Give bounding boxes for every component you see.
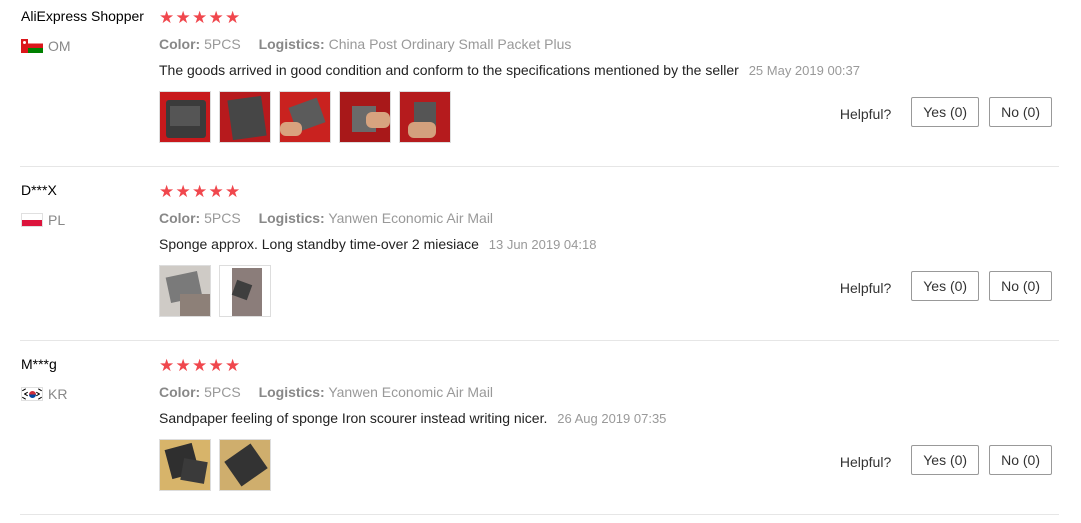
review-text: Sponge approx. Long standby time-over 2 … xyxy=(159,236,479,252)
star-icon: ★ xyxy=(175,356,191,376)
helpful-vote: Helpful? Yes (0) No (0) xyxy=(840,271,1052,301)
color-label: Color: xyxy=(159,384,201,400)
logistics-value: Yanwen Economic Air Mail xyxy=(328,210,494,226)
star-rating: ★ ★ ★ ★ ★ xyxy=(159,8,242,28)
helpful-vote: Helpful? Yes (0) No (0) xyxy=(840,445,1052,475)
helpful-label: Helpful? xyxy=(839,106,892,122)
review-photo[interactable] xyxy=(219,91,271,143)
poland-flag-icon xyxy=(21,213,43,227)
reviewer-country: KR xyxy=(21,385,67,403)
star-icon: ★ xyxy=(192,356,208,376)
helpful-yes-button[interactable]: Yes (0) xyxy=(911,271,980,301)
order-attributes: Color: 5PCS Logistics: Yanwen Economic A… xyxy=(159,210,507,226)
helpful-no-button[interactable]: No (0) xyxy=(989,445,1052,475)
color-value: 5PCS xyxy=(204,210,241,226)
star-rating: ★ ★ ★ ★ ★ xyxy=(159,356,242,376)
reviewer-name: AliExpress Shopper xyxy=(21,8,144,24)
review-content: Sandpaper feeling of sponge Iron scourer… xyxy=(159,410,666,426)
review-content: Sponge approx. Long standby time-over 2 … xyxy=(159,236,596,252)
star-icon: ★ xyxy=(192,182,208,202)
review-photo[interactable] xyxy=(159,439,211,491)
reviewer-country: PL xyxy=(21,211,65,229)
helpful-yes-button[interactable]: Yes (0) xyxy=(911,445,980,475)
logistics-label: Logistics: xyxy=(258,36,325,52)
reviewer-name: M***g xyxy=(21,356,57,372)
helpful-label: Helpful? xyxy=(839,454,892,470)
review-text: Sandpaper feeling of sponge Iron scourer… xyxy=(159,410,548,426)
logistics-label: Logistics: xyxy=(258,384,325,400)
star-icon: ★ xyxy=(175,182,191,202)
star-icon: ★ xyxy=(208,356,224,376)
color-label: Color: xyxy=(159,210,201,226)
review-date: 13 Jun 2019 04:18 xyxy=(488,237,597,252)
review-photos xyxy=(159,91,459,143)
review-content: The goods arrived in good condition and … xyxy=(159,62,860,78)
helpful-yes-button[interactable]: Yes (0) xyxy=(911,97,980,127)
country-code: PL xyxy=(48,212,66,228)
helpful-vote: Helpful? Yes (0) No (0) xyxy=(840,97,1052,127)
review-item: D***X PL ★ ★ ★ ★ ★ Color: 5PCS Logistics… xyxy=(0,174,1081,348)
review-item: AliExpress Shopper OM ★ ★ ★ ★ ★ Color: 5… xyxy=(0,0,1081,174)
review-divider xyxy=(20,514,1059,515)
review-item: M***g KR ★ ★ ★ ★ ★ Color: 5PCS Logistics… xyxy=(0,348,1081,522)
logistics-value: China Post Ordinary Small Packet Plus xyxy=(328,36,572,52)
review-photo[interactable] xyxy=(279,91,331,143)
review-photo[interactable] xyxy=(159,91,211,143)
star-icon: ★ xyxy=(175,8,191,28)
country-code: OM xyxy=(48,38,71,54)
color-value: 5PCS xyxy=(204,384,241,400)
review-text: The goods arrived in good condition and … xyxy=(159,62,739,78)
helpful-no-button[interactable]: No (0) xyxy=(989,97,1052,127)
order-attributes: Color: 5PCS Logistics: Yanwen Economic A… xyxy=(159,384,507,400)
reviewer-country: OM xyxy=(21,37,71,55)
star-icon: ★ xyxy=(159,356,175,376)
star-icon: ★ xyxy=(192,8,208,28)
star-icon: ★ xyxy=(225,356,241,376)
review-date: 25 May 2019 00:37 xyxy=(748,63,860,78)
review-divider xyxy=(20,340,1059,341)
review-photo[interactable] xyxy=(159,265,211,317)
star-rating: ★ ★ ★ ★ ★ xyxy=(159,182,242,202)
star-icon: ★ xyxy=(159,182,175,202)
south-korea-flag-icon xyxy=(21,387,43,401)
review-photos xyxy=(159,265,279,317)
star-icon: ★ xyxy=(225,8,241,28)
review-photo[interactable] xyxy=(399,91,451,143)
oman-flag-icon xyxy=(21,39,43,53)
review-photo[interactable] xyxy=(219,439,271,491)
star-icon: ★ xyxy=(159,8,175,28)
star-icon: ★ xyxy=(225,182,241,202)
order-attributes: Color: 5PCS Logistics: China Post Ordina… xyxy=(159,36,585,52)
review-date: 26 Aug 2019 07:35 xyxy=(557,411,667,426)
country-code: KR xyxy=(48,386,68,402)
review-divider xyxy=(20,166,1059,167)
color-value: 5PCS xyxy=(204,36,241,52)
star-icon: ★ xyxy=(208,8,224,28)
review-photos xyxy=(159,439,279,491)
star-icon: ★ xyxy=(208,182,224,202)
helpful-no-button[interactable]: No (0) xyxy=(989,271,1052,301)
helpful-label: Helpful? xyxy=(839,280,892,296)
logistics-label: Logistics: xyxy=(258,210,325,226)
review-photo[interactable] xyxy=(339,91,391,143)
color-label: Color: xyxy=(159,36,201,52)
review-photo[interactable] xyxy=(219,265,271,317)
reviewer-name: D***X xyxy=(21,182,57,198)
logistics-value: Yanwen Economic Air Mail xyxy=(328,384,494,400)
